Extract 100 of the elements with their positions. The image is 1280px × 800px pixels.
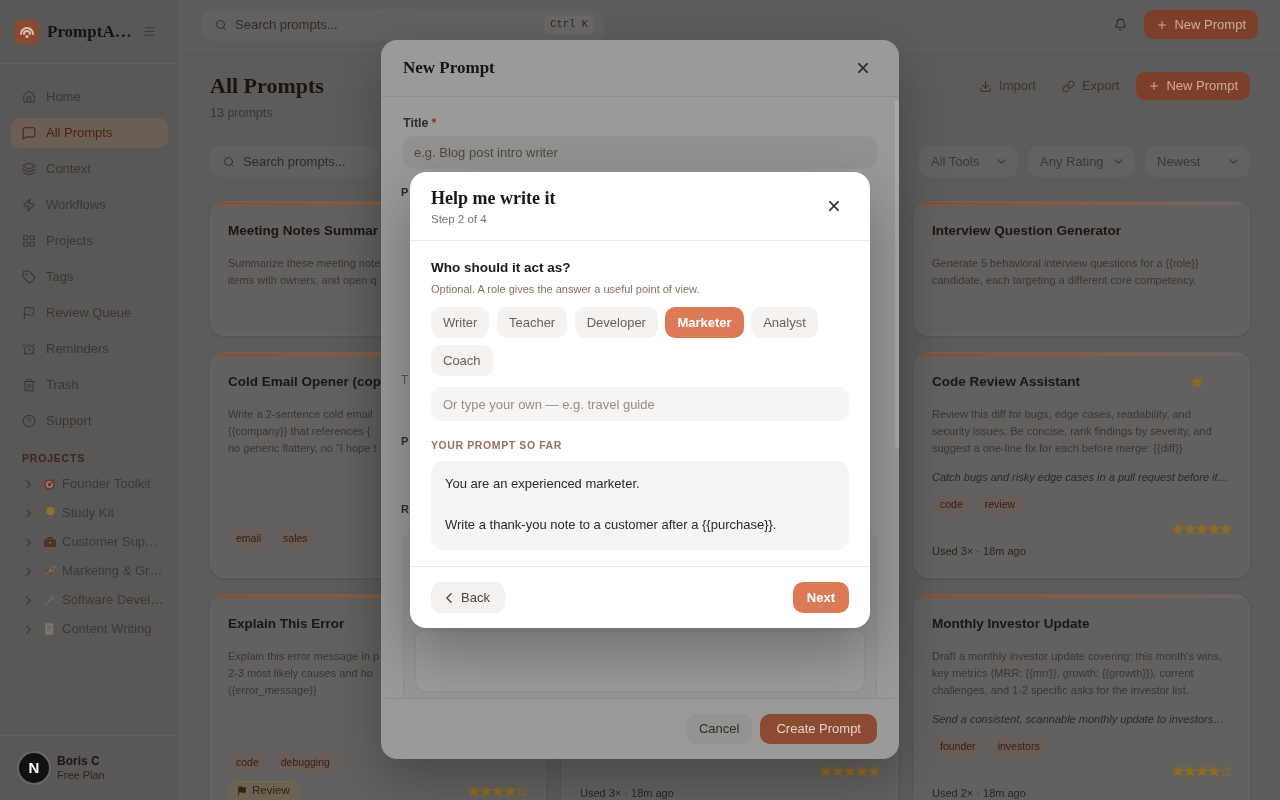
logo-icon (15, 19, 39, 44)
role-input[interactable]: Or type your own — e.g. travel guide (431, 387, 849, 421)
flag-icon (237, 786, 247, 796)
card-title: Cold Email Opener (cop (228, 372, 382, 391)
star-icon (832, 765, 844, 777)
message-icon (22, 126, 36, 140)
chevron-left-icon (446, 592, 452, 603)
star-icon (856, 765, 868, 777)
role-chip[interactable]: Marketer (665, 307, 744, 338)
field-hint: T (401, 372, 409, 388)
card-title: Code Review Assistant (932, 372, 1081, 391)
tag: code (228, 753, 267, 772)
card-summary: Send a consistent, scannable monthly update to investors… (932, 712, 1225, 727)
card-summary: Catch bugs and risky edge cases in a pull request before it… (932, 470, 1229, 485)
close-icon[interactable] (858, 63, 868, 73)
star-icon (480, 785, 492, 797)
search-icon (223, 155, 235, 168)
chevron-down-icon (1229, 159, 1238, 164)
back-button[interactable]: Back (431, 582, 505, 613)
tag: investors (989, 737, 1048, 756)
help-icon (22, 414, 36, 428)
search-icon (215, 18, 227, 31)
role-chip[interactable]: Teacher (496, 307, 568, 338)
role-chip[interactable]: Coach (431, 345, 493, 376)
page-title: All Prompts (210, 72, 324, 100)
dialog-title: Help me write it (431, 186, 556, 210)
card-title: Explain This Error (228, 614, 345, 633)
star-icon (820, 765, 832, 777)
usage-text: Used 2× · 18m ago (932, 786, 1026, 800)
tag: email (228, 529, 270, 548)
preview-text: You are an experienced marketer. (445, 475, 640, 493)
plus-icon (1148, 80, 1161, 92)
menu-icon[interactable] (143, 25, 156, 38)
lightbulb-icon (45, 507, 55, 519)
chevron-down-icon (997, 159, 1006, 164)
field-label: P (401, 185, 409, 200)
section-heading: YOUR PROMPT SO FAR (431, 438, 562, 452)
tag-icon (22, 270, 36, 284)
link-icon (1061, 79, 1075, 93)
shortcut-key: Ctrl K (544, 15, 594, 34)
role-chip[interactable]: Developer (574, 307, 658, 338)
alarm-clock-icon (22, 342, 36, 356)
close-icon[interactable] (829, 201, 839, 211)
memo-icon (44, 623, 56, 635)
hint-text: Optional. A role gives the answer a useful point of view. (431, 282, 700, 297)
chevron-down-icon (1114, 159, 1123, 164)
star-outline-icon (516, 785, 528, 797)
lightning-icon (22, 198, 36, 212)
grid-icon (22, 234, 36, 248)
search-input[interactable]: Search prompts... (235, 14, 545, 35)
plus-icon (1156, 18, 1169, 31)
tag: review (976, 495, 1024, 514)
star-icon (868, 765, 880, 777)
briefcase-icon (44, 537, 56, 547)
role-chip[interactable]: Analyst (751, 307, 818, 338)
star-icon (1184, 523, 1196, 535)
step-indicator: Step 2 of 4 (431, 211, 487, 227)
star-icon (504, 785, 516, 797)
tag: sales (275, 529, 316, 548)
tag: founder (932, 737, 984, 756)
star-icon (1196, 765, 1208, 777)
rocket-icon (44, 565, 56, 577)
new-prompt-button[interactable]: New Prompt (1144, 10, 1258, 39)
trash-icon (22, 378, 36, 392)
search-field[interactable]: Search prompts... Ctrl K (202, 8, 604, 41)
tag: debugging (272, 753, 338, 772)
field-label: Title * (403, 115, 437, 131)
usage-text: Used 3× · 18m ago (932, 544, 1026, 559)
home-icon (22, 90, 36, 104)
cancel-button[interactable]: Cancel (686, 714, 753, 744)
new-prompt-button[interactable]: New Prompt (1136, 72, 1250, 100)
star-icon (1208, 765, 1220, 777)
create-button[interactable]: Create Prompt (760, 714, 877, 744)
star-icon (844, 765, 856, 777)
target-icon (44, 478, 56, 490)
response-textarea[interactable] (415, 630, 865, 692)
dialog-title: New Prompt (403, 57, 495, 80)
star-outline-icon (1220, 765, 1232, 777)
star-icon (1220, 523, 1232, 535)
user-avatar: N (17, 751, 51, 785)
star-icon (1196, 523, 1208, 535)
star-icon (492, 785, 504, 797)
tag: code (932, 495, 971, 514)
title-input[interactable]: e.g. Blog post intro writer (403, 136, 877, 169)
star-icon (1172, 765, 1184, 777)
star-icon (1184, 765, 1196, 777)
next-button[interactable]: Next (792, 582, 849, 613)
star-icon[interactable] (1191, 376, 1203, 388)
star-icon (1172, 523, 1184, 535)
star-icon (1208, 523, 1220, 535)
download-icon (979, 79, 993, 93)
bell-icon[interactable] (1114, 18, 1128, 31)
scrollbar-thumb[interactable] (895, 100, 899, 449)
search-field[interactable]: Search prompts... (210, 146, 378, 177)
field-label: R (401, 502, 409, 517)
nav-item[interactable]: All Prompts (11, 118, 168, 148)
search-input[interactable]: Search prompts... (243, 151, 378, 172)
app-name: PromptA… (47, 20, 132, 43)
role-chip[interactable]: Writer (431, 307, 490, 338)
review-badge: Review (228, 781, 299, 800)
